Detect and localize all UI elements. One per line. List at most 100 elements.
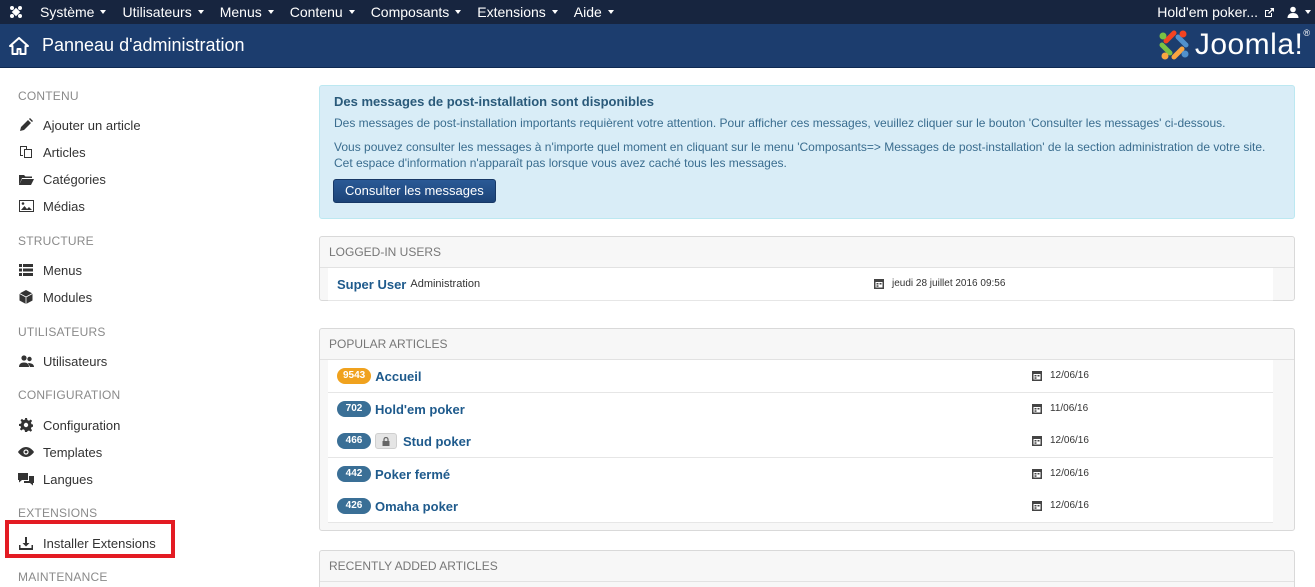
joomla-logo-text: Joomla!: [1194, 28, 1304, 61]
sidebar-item-label: Configuration: [43, 417, 121, 433]
pencil-icon: [18, 117, 34, 133]
caret-down-icon: [551, 10, 558, 14]
sidebar-item-articles[interactable]: Articles: [18, 142, 86, 162]
sidebar-item-langues[interactable]: Langues: [18, 469, 93, 489]
caret-down-icon: [607, 10, 614, 14]
sidebar-item-modules[interactable]: Modules: [18, 287, 92, 307]
date-text: 12/06/16: [1050, 468, 1089, 479]
sidebar-item-ajouter-article[interactable]: Ajouter un article: [18, 115, 141, 135]
panel-title: POPULAR ARTICLES: [320, 329, 1294, 360]
calendar-icon: [1032, 500, 1042, 511]
table-row: 702 Hold'em poker 11/06/16: [328, 393, 1273, 426]
table-row: 426 Omaha poker 12/06/16: [328, 490, 1273, 523]
sidebar-item-medias[interactable]: Médias: [18, 196, 85, 216]
user-name-link[interactable]: Super User: [337, 277, 406, 292]
post-install-alert: Des messages de post-installation sont d…: [319, 85, 1295, 219]
caret-down-icon: [1305, 10, 1311, 14]
image-icon: [18, 198, 34, 214]
sidebar-heading-maintenance: MAINTENANCE: [18, 570, 108, 584]
external-link-icon: [1265, 7, 1274, 17]
hits-badge: 426: [337, 498, 371, 514]
sidebar-item-templates[interactable]: Templates: [18, 442, 102, 462]
menu-label: Aide: [573, 4, 602, 20]
site-link[interactable]: Hold'em poker...: [1151, 0, 1281, 24]
sidebar-item-menus[interactable]: Menus: [18, 260, 82, 280]
recent-articles-panel: RECENTLY ADDED ARTICLES: [319, 550, 1295, 587]
date-cell: jeudi 28 juillet 2016 09:56: [874, 278, 1005, 289]
menu-label: Contenu: [289, 4, 343, 20]
popular-articles-panel: POPULAR ARTICLES 9543 Accueil 12/06/16 7…: [319, 328, 1295, 531]
lock-icon: [375, 433, 397, 449]
sidebar-item-label: Médias: [43, 198, 85, 214]
date-text: 12/06/16: [1050, 500, 1089, 511]
hits-badge: 702: [337, 401, 371, 417]
logged-in-users-panel: LOGGED-IN USERS Super User Administratio…: [319, 236, 1295, 301]
hits-badge: 442: [337, 466, 371, 482]
user-icon: [1287, 6, 1299, 18]
sidebar-item-configuration[interactable]: Configuration: [18, 415, 120, 435]
date-cell: 12/06/16: [1032, 370, 1089, 381]
table-row: 466 Stud poker 12/06/16: [328, 425, 1273, 458]
sidebar-heading-utilisateurs: UTILISATEURS: [18, 325, 106, 339]
sidebar-item-label: Templates: [43, 444, 103, 460]
article-link[interactable]: Stud poker: [403, 434, 471, 449]
calendar-icon: [1032, 468, 1042, 479]
article-link[interactable]: Accueil: [375, 369, 421, 384]
site-link-label: Hold'em poker...: [1157, 4, 1258, 20]
joomla-menu-icon[interactable]: [0, 0, 32, 24]
panel-title: LOGGED-IN USERS: [320, 237, 1294, 268]
user-area: Administration: [410, 278, 481, 290]
menu-menus[interactable]: Menus: [212, 0, 282, 24]
date-text: 11/06/16: [1050, 403, 1089, 414]
menu-label: Extensions: [477, 4, 546, 20]
sidebar-heading-structure: STRUCTURE: [18, 234, 94, 248]
sidebar-item-label: Modules: [43, 289, 93, 305]
date-text: 12/06/16: [1050, 370, 1089, 381]
sidebar: CONTENU Ajouter un article Articles Caté…: [0, 67, 300, 587]
sidebar-item-label: Menus: [43, 262, 83, 278]
sidebar-item-utilisateurs[interactable]: Utilisateurs: [18, 351, 107, 371]
consult-messages-button[interactable]: Consulter les messages: [333, 179, 496, 203]
date-text: jeudi 28 juillet 2016 09:56: [892, 278, 1006, 289]
menu-contenu[interactable]: Contenu: [282, 0, 363, 24]
copy-icon: [18, 144, 34, 160]
caret-down-icon: [100, 10, 107, 14]
user-menu[interactable]: [1281, 0, 1315, 24]
alert-title: Des messages de post-installation sont d…: [334, 94, 655, 109]
date-cell: 12/06/16: [1032, 500, 1089, 511]
menu-label: Utilisateurs: [122, 4, 192, 20]
article-link[interactable]: Hold'em poker: [375, 402, 465, 417]
table-row: Super User Administration jeudi 28 juill…: [328, 268, 1273, 301]
table-row: 442 Poker fermé 12/06/16: [328, 458, 1273, 491]
caret-down-icon: [348, 10, 355, 14]
hits-badge: 9543: [337, 368, 372, 384]
eye-icon: [18, 444, 34, 460]
date-text: 12/06/16: [1050, 435, 1089, 446]
gear-icon: [18, 417, 34, 433]
joomla-logo: Joomla! ®: [1157, 28, 1310, 62]
calendar-icon: [874, 278, 884, 289]
top-navbar: Système Utilisateurs Menus Contenu Compo…: [0, 0, 1315, 24]
menu-label: Menus: [219, 4, 262, 20]
sidebar-heading-extensions: EXTENSIONS: [18, 506, 98, 520]
folder-icon: [18, 171, 34, 187]
sidebar-item-categories[interactable]: Catégories: [18, 169, 106, 189]
caret-down-icon: [197, 10, 204, 14]
menu-aide[interactable]: Aide: [566, 0, 622, 24]
menu-utilisateurs[interactable]: Utilisateurs: [114, 0, 211, 24]
sidebar-heading-contenu: CONTENU: [18, 89, 79, 103]
alert-paragraph-2: Vous pouvez consulter les messages à n'i…: [334, 140, 1266, 170]
alert-paragraph-1: Des messages de post-installation import…: [334, 116, 1226, 130]
sidebar-item-label: Ajouter un article: [43, 117, 141, 133]
cube-icon: [18, 289, 34, 305]
menu-extensions[interactable]: Extensions: [469, 0, 565, 24]
menu-label: Composants: [370, 4, 450, 20]
caret-down-icon: [267, 10, 274, 14]
menu-composants[interactable]: Composants: [363, 0, 470, 24]
sidebar-item-label: Langues: [43, 471, 93, 487]
joomla-logo-reg: ®: [1303, 28, 1310, 38]
article-link[interactable]: Poker fermé: [375, 467, 450, 482]
highlight-annotation: [5, 520, 175, 558]
article-link[interactable]: Omaha poker: [375, 499, 458, 514]
menu-systeme[interactable]: Système: [32, 0, 114, 24]
